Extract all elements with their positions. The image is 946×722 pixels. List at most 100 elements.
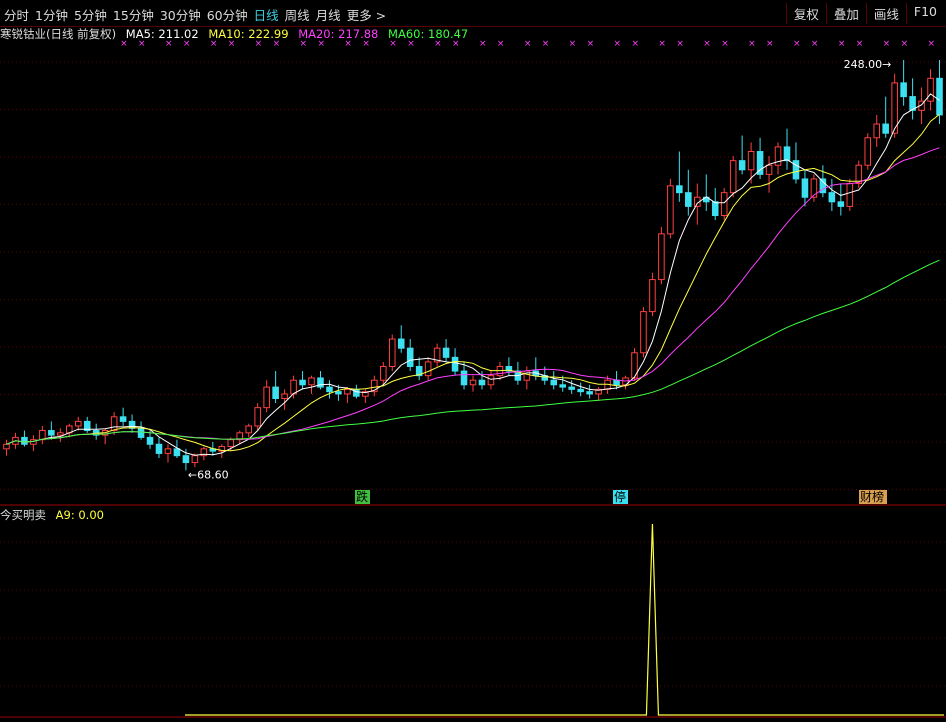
high-price-label: 248.00→ (844, 58, 892, 71)
candle-body (667, 185, 674, 235)
candle-body (613, 379, 620, 386)
candle-body (451, 356, 459, 372)
candle-body (182, 455, 190, 464)
candle-body (326, 386, 333, 393)
candle-body (801, 178, 809, 198)
ma60-line (6, 259, 940, 445)
candle-body (747, 150, 755, 171)
indicator-name: 今买明卖 (0, 508, 46, 522)
signal-marker: × (793, 39, 801, 49)
candle-body (720, 192, 728, 217)
candle-body (119, 416, 127, 422)
ma60-label: MA60: 180.47 (388, 27, 469, 41)
candle-body (227, 439, 235, 448)
signal-marker: × (614, 39, 622, 49)
candle-body (738, 160, 746, 171)
candle-body (3, 443, 10, 450)
candle-body (137, 427, 145, 438)
candle-body (442, 347, 450, 358)
signal-marker: × (479, 39, 487, 49)
signal-marker: × (497, 39, 505, 49)
candle-body (550, 379, 558, 386)
ma10-line (6, 114, 940, 452)
candle-body (828, 192, 836, 203)
candle-body (936, 77, 943, 116)
kline-chart[interactable]: × × × × × × × × × × × × × × × × × × × × × × × × × × × × × × × × × × × × ×248… (0, 0, 946, 722)
event-badge-3: 财榜 (860, 489, 884, 504)
candle-body (873, 123, 880, 139)
candle-body (245, 425, 252, 434)
signal-marker: × (631, 39, 639, 49)
candle-body (299, 379, 306, 386)
event-badge-2: 停 (614, 489, 626, 504)
ma5-label: MA5: 211.02 (125, 27, 199, 41)
candle-body (882, 123, 889, 134)
ma20-label: MA20: 217.88 (298, 27, 379, 41)
candle-body (74, 420, 82, 427)
candle-body (487, 375, 495, 386)
candle-body (577, 388, 584, 393)
candle-body (281, 393, 288, 400)
signal-marker: × (811, 39, 819, 49)
indicator-value: A9: 0.00 (55, 508, 104, 522)
candle-body (900, 82, 907, 98)
candle-body (729, 160, 737, 194)
candle-body (927, 77, 934, 102)
candle-body (765, 164, 773, 175)
candle-body (559, 384, 566, 388)
signal-marker: × (838, 39, 846, 49)
ma20-line (6, 147, 940, 445)
signal-marker: × (721, 39, 729, 49)
candle-body (191, 455, 199, 464)
candle-body (792, 160, 800, 180)
candle-body (335, 391, 342, 395)
signal-marker: × (676, 39, 684, 49)
signal-marker: × (703, 39, 711, 49)
signal-marker: × (766, 39, 774, 49)
signal-marker: × (658, 39, 666, 49)
candle-body (146, 436, 154, 445)
signal-marker: × (524, 39, 532, 49)
ma-legend: 寒锐钴业(日线 前复权) MA5: 211.02 MA10: 222.99 MA… (0, 26, 474, 42)
signal-marker: × (883, 39, 891, 49)
candle-body (254, 407, 261, 427)
signal-marker: × (901, 39, 909, 49)
signal-marker: × (856, 39, 864, 49)
candle-body (397, 338, 405, 349)
signal-marker: × (928, 39, 936, 49)
signal-marker: × (542, 39, 550, 49)
candle-body (676, 185, 683, 194)
event-badge-1: 跌 (356, 489, 368, 504)
ma10-label: MA10: 222.99 (208, 27, 289, 41)
candle-body (640, 311, 647, 354)
candle-body (388, 338, 396, 367)
candle-body (568, 386, 575, 390)
candle-body (658, 233, 665, 281)
candle-body (846, 183, 854, 207)
candle-body (164, 448, 172, 454)
candle-body (155, 443, 163, 454)
candle-body (344, 388, 351, 395)
candle-body (48, 430, 55, 436)
candle-body (711, 201, 719, 217)
candle-body (469, 379, 477, 386)
candle-body (308, 377, 315, 386)
indicator-legend: 今买明卖 A9: 0.00 (0, 507, 104, 523)
candle-body (406, 347, 414, 367)
candle-body (263, 386, 270, 409)
candle-body (290, 379, 297, 395)
candle-body (685, 192, 692, 207)
candle-body (649, 279, 656, 313)
signal-marker: × (748, 39, 756, 49)
ma5-line (6, 93, 940, 456)
signal-marker: × (587, 39, 595, 49)
candle-body (783, 146, 791, 162)
candle-body (57, 432, 64, 436)
candle-body (460, 370, 468, 386)
candle-body (424, 361, 432, 377)
candle-body (128, 420, 136, 429)
candle-body (380, 365, 387, 381)
candle-body (110, 416, 118, 432)
signal-marker: × (569, 39, 577, 49)
candle-body (586, 391, 593, 395)
